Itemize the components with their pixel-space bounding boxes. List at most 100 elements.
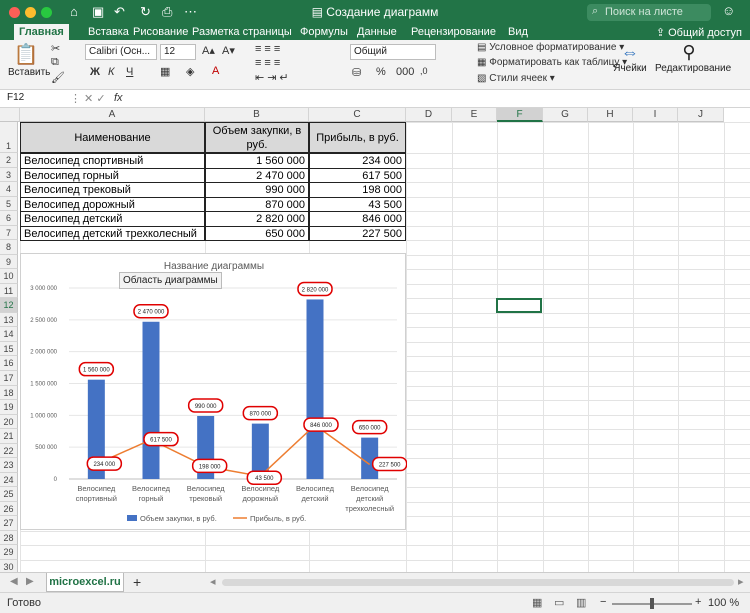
row-header-24[interactable]: 24: [0, 473, 18, 487]
row-header-19[interactable]: 19: [0, 400, 18, 415]
row-header-1[interactable]: 1: [0, 122, 18, 153]
decimal-icon[interactable]: ,0: [420, 66, 428, 76]
function-icon[interactable]: fx: [114, 92, 123, 104]
tab-home[interactable]: Главная: [14, 24, 69, 40]
select-all-corner[interactable]: [0, 108, 20, 122]
table-cell-volume[interactable]: 870 000: [205, 197, 309, 212]
table-cell-name[interactable]: Велосипед детский трехколесный: [20, 226, 205, 241]
percent-icon[interactable]: %: [376, 66, 386, 78]
row-header-28[interactable]: 28: [0, 531, 18, 545]
selected-cell[interactable]: [496, 298, 542, 313]
column-header-b[interactable]: B: [205, 108, 309, 122]
row-header-9[interactable]: 9: [0, 255, 18, 269]
table-cell-volume[interactable]: 2 820 000: [205, 211, 309, 227]
table-cell-name[interactable]: Велосипед горный: [20, 168, 205, 183]
table-cell-profit[interactable]: 846 000: [309, 211, 406, 227]
row-header-25[interactable]: 25: [0, 487, 18, 502]
prev-sheet-icon[interactable]: ◀: [10, 576, 18, 587]
cells-button[interactable]: ⇔ Ячейки: [612, 42, 648, 74]
share-button[interactable]: ⇪ Общий доступ: [656, 26, 742, 39]
italic-button[interactable]: К: [108, 66, 114, 78]
row-header-7[interactable]: 7: [0, 226, 18, 240]
align-horizontal-icons[interactable]: ≡≡≡: [255, 57, 283, 69]
copy-icon[interactable]: ⧉: [51, 56, 59, 69]
row-header-6[interactable]: 6: [0, 211, 18, 226]
row-header-4[interactable]: 4: [0, 182, 18, 197]
zoom-level[interactable]: 100 %: [708, 597, 739, 609]
row-header-23[interactable]: 23: [0, 458, 18, 473]
formula-options-icon[interactable]: ⋮ ✕ ✓: [70, 92, 106, 105]
row-header-26[interactable]: 26: [0, 502, 18, 516]
row-header-29[interactable]: 29: [0, 545, 18, 560]
row-header-14[interactable]: 14: [0, 327, 18, 342]
table-cell-name[interactable]: Велосипед детский: [20, 211, 205, 227]
page-layout-view-icon[interactable]: ▭: [554, 596, 564, 609]
row-header-15[interactable]: 15: [0, 342, 18, 356]
indent-icons[interactable]: ⇤⇥↵: [255, 71, 292, 84]
row-header-20[interactable]: 20: [0, 415, 18, 429]
tab-data[interactable]: Данные: [357, 26, 397, 38]
row-header-3[interactable]: 3: [0, 168, 18, 182]
column-header-a[interactable]: A: [20, 108, 205, 122]
row-header-18[interactable]: 18: [0, 386, 18, 400]
row-header-22[interactable]: 22: [0, 444, 18, 458]
next-sheet-icon[interactable]: ▶: [26, 576, 34, 587]
tab-insert[interactable]: Вставка: [88, 26, 129, 38]
column-header-f[interactable]: F: [497, 108, 543, 122]
tab-formulas[interactable]: Формулы: [300, 26, 348, 38]
row-header-11[interactable]: 11: [0, 284, 18, 298]
sheet-tab-microexcel[interactable]: microexcel.ru: [46, 573, 124, 592]
scroll-right-icon[interactable]: ▸: [738, 575, 744, 588]
increase-font-icon[interactable]: A▴: [202, 44, 215, 57]
font-color-icon[interactable]: A: [212, 65, 219, 77]
decrease-font-icon[interactable]: A▾: [222, 44, 235, 57]
account-icon[interactable]: ☺: [722, 3, 735, 18]
table-cell-name[interactable]: Велосипед дорожный: [20, 197, 205, 212]
page-break-view-icon[interactable]: ▥: [576, 596, 586, 609]
column-header-d[interactable]: D: [406, 108, 452, 122]
normal-view-icon[interactable]: ▦: [532, 596, 542, 609]
table-cell-volume[interactable]: 990 000: [205, 182, 309, 198]
tab-page-layout[interactable]: Разметка страницы: [192, 26, 292, 38]
zoom-in-icon[interactable]: +: [695, 596, 701, 608]
paste-button[interactable]: 📋 Вставить: [8, 42, 50, 78]
fill-color-icon[interactable]: ◈: [186, 65, 194, 78]
chart-area[interactable]: Название диаграммы 0 500 000 1 000 000 1 500…: [20, 253, 408, 530]
row-header-5[interactable]: 5: [0, 197, 18, 211]
font-size-select[interactable]: 12: [160, 44, 196, 60]
row-header-27[interactable]: 27: [0, 516, 18, 531]
worksheet-grid[interactable]: ABCDEFGHIJ 1 2 3 4 5 6 7 8 9 10 11 12 13 14 15 16 17 18 19…: [0, 108, 750, 572]
format-as-table-button[interactable]: ▦ Форматировать как таблицу ▾: [477, 57, 627, 68]
underline-button[interactable]: Ч: [126, 66, 133, 78]
column-header-j[interactable]: J: [678, 108, 724, 122]
header-volume[interactable]: Объем закупки, в руб.: [205, 122, 309, 153]
row-header-17[interactable]: 17: [0, 371, 18, 386]
borders-icon[interactable]: ▦: [160, 65, 170, 78]
column-header-i[interactable]: I: [633, 108, 678, 122]
editing-button[interactable]: ⚲ Редактирование: [655, 42, 731, 74]
zoom-slider-thumb[interactable]: [650, 598, 654, 609]
comma-style-icon[interactable]: 000: [396, 66, 414, 78]
add-sheet-button[interactable]: +: [133, 574, 141, 590]
table-cell-profit[interactable]: 234 000: [309, 153, 406, 169]
format-painter-icon[interactable]: 🖌: [51, 71, 65, 84]
scroll-left-icon[interactable]: ◂: [210, 575, 216, 588]
row-header-8[interactable]: 8: [0, 240, 18, 255]
table-cell-volume[interactable]: 650 000: [205, 226, 309, 241]
table-cell-profit[interactable]: 198 000: [309, 182, 406, 198]
table-cell-profit[interactable]: 43 500: [309, 197, 406, 212]
column-header-e[interactable]: E: [452, 108, 497, 122]
table-cell-volume[interactable]: 1 560 000: [205, 153, 309, 169]
table-cell-name[interactable]: Велосипед трековый: [20, 182, 205, 198]
header-name[interactable]: Наименование: [20, 122, 205, 153]
font-name-select[interactable]: Calibri (Осн...: [85, 44, 157, 60]
table-cell-profit[interactable]: 227 500: [309, 226, 406, 241]
row-header-21[interactable]: 21: [0, 429, 18, 444]
conditional-format-button[interactable]: ▤ Условное форматирование ▾: [477, 42, 624, 53]
bold-button[interactable]: Ж: [90, 66, 100, 78]
row-header-12[interactable]: 12: [0, 298, 18, 313]
horizontal-scrollbar[interactable]: [222, 579, 734, 586]
row-header-16[interactable]: 16: [0, 356, 18, 371]
tab-review[interactable]: Рецензирование: [411, 26, 496, 38]
row-header-30[interactable]: 30: [0, 560, 18, 572]
